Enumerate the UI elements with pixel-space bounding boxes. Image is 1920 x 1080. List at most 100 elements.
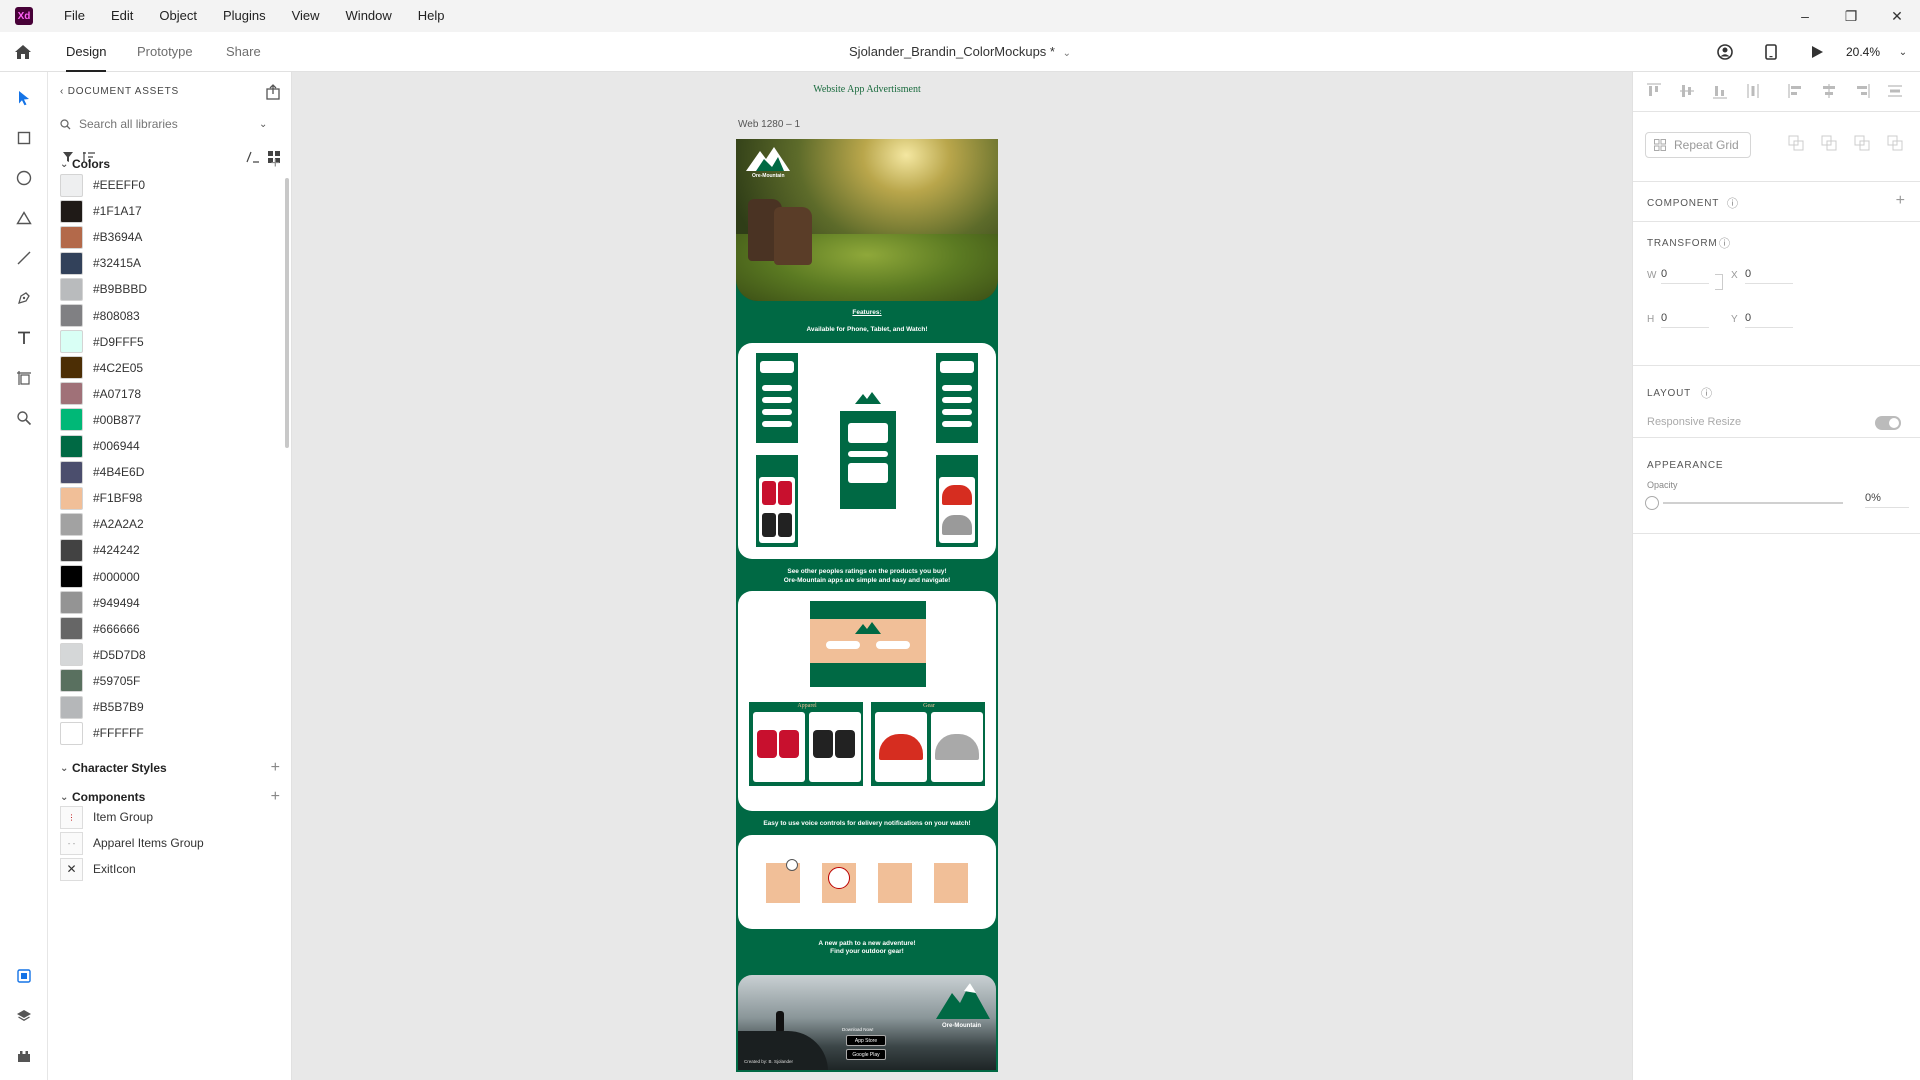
color-swatch-row[interactable]: #006944 (60, 433, 260, 459)
artboard[interactable]: Ore-Mountain Features: Available for Pho… (736, 139, 998, 1072)
menu-object[interactable]: Object (146, 0, 210, 32)
align-middle-icon[interactable] (1678, 82, 1696, 100)
color-swatch-row[interactable]: #EEEFF0 (60, 172, 260, 198)
distribute-vertical-icon[interactable] (1744, 82, 1762, 100)
pen-tool-icon[interactable] (12, 286, 36, 310)
menu-window[interactable]: Window (333, 0, 405, 32)
opacity-value[interactable]: 0% (1865, 492, 1909, 508)
color-swatch-row[interactable]: #666666 (60, 616, 260, 642)
lock-aspect-icon[interactable] (1715, 274, 1723, 290)
tab-design[interactable]: Design (66, 32, 107, 72)
document-title[interactable]: Sjolander_Brandin_ColorMockups * (849, 44, 1055, 59)
restore-button[interactable]: ❐ (1828, 0, 1874, 32)
color-swatch-row[interactable]: #424242 (60, 537, 260, 563)
x-field[interactable]: 0 (1745, 268, 1793, 284)
character-styles-section-header[interactable]: ⌄ Character Styles + (60, 758, 282, 778)
tab-prototype[interactable]: Prototype (137, 32, 193, 72)
home-icon[interactable] (12, 41, 34, 63)
artboard-tool-icon[interactable] (12, 366, 36, 390)
color-swatch-row[interactable]: #B5B7B9 (60, 694, 260, 720)
color-swatch-row[interactable]: #000000 (60, 564, 260, 590)
menu-view[interactable]: View (279, 0, 333, 32)
align-right-icon[interactable] (1853, 82, 1871, 100)
add-character-style-icon[interactable]: + (271, 759, 280, 777)
line-tool-icon[interactable] (12, 246, 36, 270)
color-swatch-row[interactable]: #808083 (60, 303, 260, 329)
canvas[interactable]: Website App Advertisment Web 1280 – 1 Or… (292, 72, 1632, 1080)
color-swatch-row[interactable]: #1F1A17 (60, 198, 260, 224)
align-bottom-icon[interactable] (1711, 82, 1729, 100)
device-preview-icon[interactable] (1748, 32, 1794, 72)
boolean-exclude-icon[interactable] (1886, 134, 1904, 152)
color-swatch-row[interactable]: #B3694A (60, 224, 260, 250)
zoom-level[interactable]: 20.4% (1840, 45, 1886, 59)
search-input[interactable] (79, 117, 259, 131)
select-tool-icon[interactable] (12, 86, 36, 110)
color-swatch-row[interactable]: #A07178 (60, 381, 260, 407)
add-component-icon[interactable]: + (1896, 192, 1905, 210)
align-left-icon[interactable] (1787, 82, 1805, 100)
polygon-tool-icon[interactable] (12, 206, 36, 230)
y-field[interactable]: 0 (1745, 312, 1793, 328)
boolean-add-icon[interactable] (1787, 134, 1805, 152)
distribute-horizontal-icon[interactable] (1886, 82, 1904, 100)
chevron-down-icon[interactable]: ⌄ (1063, 48, 1071, 59)
color-swatch-row[interactable]: #4C2E05 (60, 355, 260, 381)
google-play-badge[interactable]: Google Play (846, 1049, 886, 1060)
assets-header[interactable]: ‹ DOCUMENT ASSETS (60, 86, 179, 97)
play-icon[interactable] (1794, 32, 1840, 72)
user-icon[interactable] (1702, 32, 1748, 72)
color-swatch-row[interactable]: #A2A2A2 (60, 511, 260, 537)
artboard-label[interactable]: Web 1280 – 1 (738, 119, 800, 130)
responsive-resize-toggle[interactable] (1875, 416, 1901, 430)
color-swatch-row[interactable]: #FFFFFF (60, 720, 260, 746)
color-swatch-row[interactable]: #59705F (60, 668, 260, 694)
app-store-badge[interactable]: App Store (846, 1035, 886, 1046)
rectangle-tool-icon[interactable] (12, 126, 36, 150)
text-tool-icon[interactable] (12, 326, 36, 350)
tab-share[interactable]: Share (226, 32, 261, 72)
opacity-slider-thumb[interactable] (1645, 496, 1659, 510)
color-swatch-row[interactable]: #00B877 (60, 407, 260, 433)
add-color-icon[interactable]: + (271, 155, 280, 173)
close-button[interactable]: ✕ (1874, 0, 1920, 32)
color-swatch-row[interactable]: #949494 (60, 590, 260, 616)
info-icon[interactable]: ⓘ (1701, 385, 1712, 401)
color-swatch-row[interactable]: #D9FFF5 (60, 329, 260, 355)
boolean-intersect-icon[interactable] (1853, 134, 1871, 152)
export-icon[interactable] (265, 84, 281, 103)
align-top-icon[interactable] (1645, 82, 1663, 100)
chevron-down-icon[interactable]: ⌄ (1886, 32, 1920, 72)
zoom-tool-icon[interactable] (12, 406, 36, 430)
boolean-subtract-icon[interactable] (1820, 134, 1838, 152)
minimize-button[interactable]: – (1782, 0, 1828, 32)
menu-file[interactable]: File (51, 0, 98, 32)
info-icon[interactable]: ⓘ (1719, 235, 1730, 251)
menu-help[interactable]: Help (405, 0, 458, 32)
height-field[interactable]: 0 (1661, 312, 1709, 328)
canvas-caption-text[interactable]: Website App Advertisment (292, 84, 1442, 95)
assets-scrollbar[interactable] (285, 178, 289, 448)
color-swatch-row[interactable]: #F1BF98 (60, 485, 260, 511)
chevron-left-icon[interactable]: ‹ (60, 86, 68, 97)
chevron-down-icon[interactable]: ⌄ (259, 119, 267, 130)
opacity-slider-track[interactable] (1663, 502, 1843, 504)
color-swatch-row[interactable]: #32415A (60, 250, 260, 276)
width-field[interactable]: 0 (1661, 268, 1709, 284)
ellipse-tool-icon[interactable] (12, 166, 36, 190)
menu-plugins[interactable]: Plugins (210, 0, 279, 32)
repeat-grid-button[interactable]: Repeat Grid (1645, 132, 1751, 158)
colors-section-header[interactable]: ⌄ Colors + (60, 154, 282, 174)
component-item[interactable]: ⋮ Item Group (60, 804, 280, 830)
color-swatch-row[interactable]: #4B4E6D (60, 459, 260, 485)
layers-icon[interactable] (12, 1004, 36, 1028)
info-icon[interactable]: ⓘ (1727, 195, 1738, 211)
menu-edit[interactable]: Edit (98, 0, 146, 32)
color-swatch-row[interactable]: #D5D7D8 (60, 642, 260, 668)
component-item[interactable]: ✕ ExitIcon (60, 856, 280, 882)
component-item[interactable]: - - Apparel Items Group (60, 830, 280, 856)
align-center-icon[interactable] (1820, 82, 1838, 100)
color-swatch-row[interactable]: #B9BBBD (60, 276, 260, 302)
plugins-icon[interactable] (12, 1044, 36, 1068)
assets-panel-icon[interactable] (12, 964, 36, 988)
